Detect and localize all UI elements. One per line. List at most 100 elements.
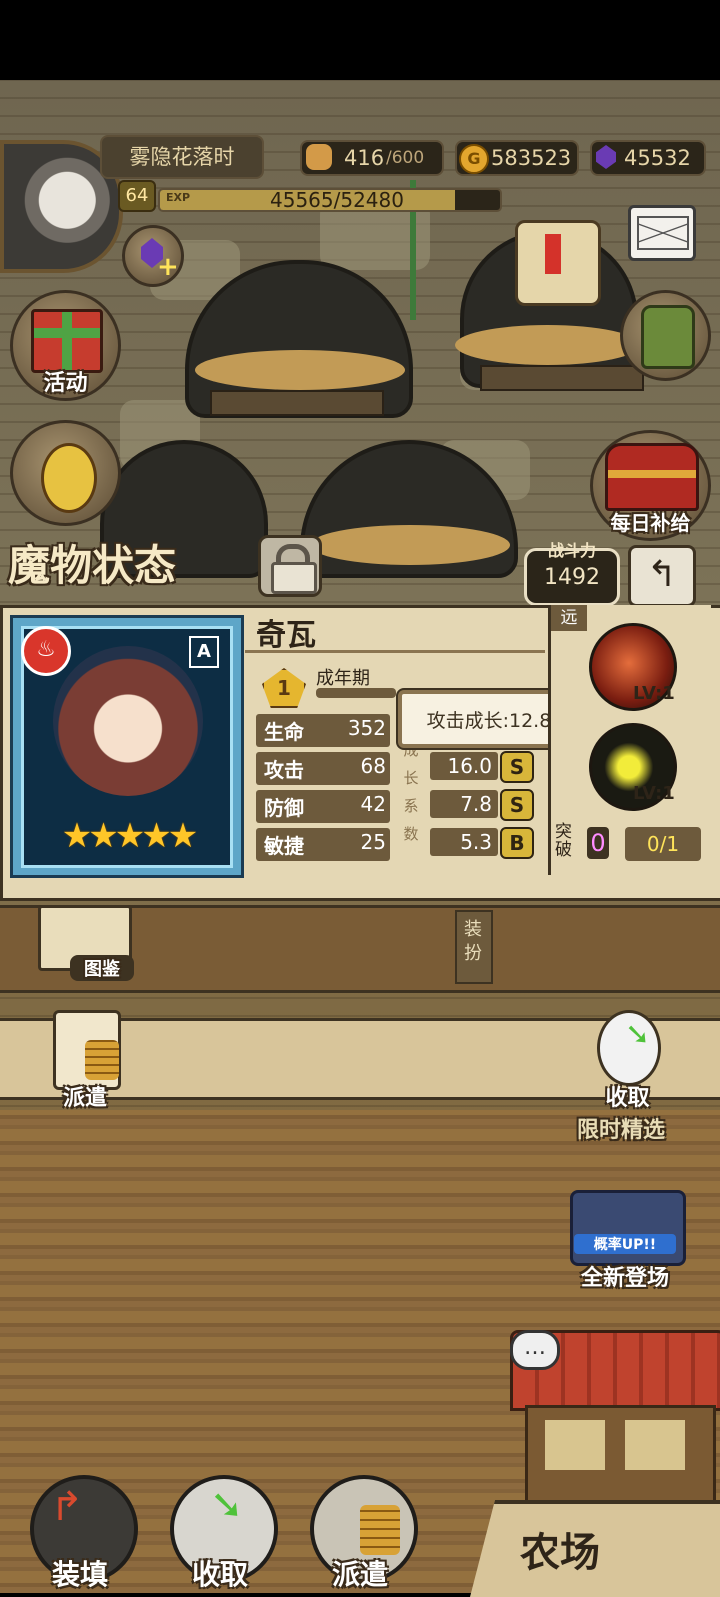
equip-label: 装扮 [464, 919, 482, 964]
treasure-chest-icon [605, 443, 699, 511]
back-button[interactable]: ↰ [628, 545, 696, 607]
growth-grade: B [500, 827, 534, 859]
exp-label: EXP [166, 191, 191, 204]
rabbit-egg-icon [41, 443, 97, 513]
quest-scroll-button[interactable] [505, 220, 605, 310]
bottom-collect-label: 收取 [191, 1558, 248, 1591]
range-tag: 远 [551, 605, 587, 631]
growth-label-char: 数 [403, 825, 419, 843]
skills-panel: 远 LV:1 LV:1 突破 0 0/1 [548, 605, 711, 875]
gift-box-icon [31, 309, 103, 373]
alert-mark-icon [545, 234, 561, 274]
stamina-current: 416 [344, 146, 385, 170]
coin-stack-icon [85, 1040, 119, 1080]
limited-pick-label[interactable]: 限时精选 [556, 1112, 686, 1144]
plus-icon: + [157, 252, 179, 282]
collect-label: 收取 [605, 1086, 650, 1111]
new-arrival-label: 全新登场 [580, 1266, 669, 1291]
combat-power-box: 战斗力 1492 [524, 541, 620, 606]
dispatch-label: 派遣 [62, 1086, 107, 1111]
stage-label: 成年期 [316, 668, 370, 689]
gem-counter: 45532 [590, 140, 706, 176]
combat-power-label: 战斗力 [547, 541, 596, 560]
chat-bubble-icon[interactable]: … [510, 1330, 560, 1370]
lock-button[interactable] [258, 535, 322, 597]
bread-icon [306, 144, 332, 170]
monster-card[interactable]: ♨ A ★★★★★ [10, 615, 244, 878]
coin-stack-icon [360, 1505, 400, 1555]
bottom-dispatch-button[interactable]: 派遣 [300, 1475, 420, 1593]
mail-button[interactable] [628, 205, 696, 261]
gem-value: 45532 [624, 146, 691, 170]
stat-row-agility: 敏捷 25 5.3 B [256, 827, 546, 861]
exp-bar: EXP 45565/52480 [158, 188, 502, 212]
activity-label: 活动 [43, 371, 88, 396]
star-icon: ★ [167, 816, 199, 856]
green-arrow-icon: ➘ [625, 1017, 651, 1052]
growth-coef: 16.0 [430, 752, 498, 780]
illustrated-label: 图鉴 [70, 955, 134, 981]
monster-name: 奇瓦 [256, 618, 316, 653]
player-level: 64 [118, 180, 156, 212]
stat-row-attack: 攻击 68 16.0 S [256, 751, 546, 785]
dispatch-button[interactable]: 派遣 [45, 1010, 125, 1111]
stage-progress-bar [316, 688, 396, 698]
star-icon: ★ [114, 816, 146, 856]
monster-portrait [53, 646, 203, 796]
growth-coef: 5.3 [430, 828, 498, 856]
breakthrough-count: 0 [587, 827, 609, 859]
rarity-stars: ★★★★★ [58, 816, 198, 856]
envelope-icon [637, 216, 689, 250]
growth-grade: S [500, 789, 534, 821]
player-name: 雾隐花落时 [100, 135, 264, 179]
backpack-icon [641, 305, 695, 369]
bottom-collect-button[interactable]: ➘ 收取 [160, 1475, 280, 1593]
activity-button[interactable]: 活动 [10, 290, 121, 401]
stat-value: 25 [360, 830, 386, 854]
daily-supply-label: 每日补给 [610, 511, 691, 535]
exp-text: 45565/52480 [270, 188, 404, 212]
equip-tab[interactable]: 装扮 [455, 910, 493, 984]
monster-status-title: 魔物状态 [8, 541, 177, 590]
collect-button[interactable]: ➘ 收取 [585, 1010, 670, 1111]
growth-coefficient-label: 成 长 系 数 [402, 736, 420, 848]
star-icon: ★ [88, 816, 119, 856]
green-arrow-icon: ➘ [210, 1482, 244, 1528]
rank-badge: A [189, 636, 219, 668]
rate-up-label: 概率UP!! [574, 1234, 676, 1254]
load-label: 装填 [51, 1558, 108, 1591]
growth-label-char: 系 [403, 797, 419, 815]
stat-value: 42 [360, 792, 386, 816]
farm-button[interactable]: 农场 [470, 1500, 720, 1597]
skill-1-level: LV:1 [633, 683, 675, 704]
buy-gem-button[interactable]: + [122, 225, 184, 287]
illustrated-book-button[interactable]: 图鉴 [30, 905, 135, 987]
stage-number: 1 [277, 676, 291, 700]
return-arrow-icon: ↰ [646, 554, 678, 595]
red-arrow-icon: ↱ [50, 1484, 84, 1530]
stamina-counter: 416 /600 [300, 140, 444, 176]
daily-supply-button[interactable]: 每日补给 [590, 430, 711, 541]
skill-2-level: LV:1 [633, 783, 675, 804]
combat-power-value: 1492 [544, 565, 600, 590]
load-button[interactable]: ↱ 装填 [20, 1475, 140, 1593]
bottom-dispatch-label: 派遣 [331, 1558, 388, 1591]
stat-value: 352 [347, 716, 386, 740]
new-arrival-button[interactable]: 概率UP!! 全新登场 [560, 1190, 690, 1300]
gold-coin-icon: G [459, 144, 489, 174]
gold-counter: G 583523 [455, 140, 579, 176]
farm-label: 农场 [520, 1530, 600, 1576]
growth-grade: S [500, 751, 534, 783]
backpack-button[interactable] [620, 290, 711, 381]
growth-coef: 7.8 [430, 790, 498, 818]
gold-value: 583523 [491, 146, 572, 170]
stamina-max: /600 [386, 148, 425, 168]
breakthrough-label: 突破 [555, 822, 572, 860]
event-egg-button[interactable] [10, 420, 121, 526]
stat-value: 68 [360, 754, 386, 778]
breakthrough-progress[interactable]: 0/1 [625, 827, 701, 861]
stat-row-defense: 防御 42 7.8 S [256, 789, 546, 823]
monster-name-divider [245, 650, 545, 653]
new-arrival-banner-icon [570, 1190, 686, 1266]
star-icon: ★ [141, 816, 172, 856]
